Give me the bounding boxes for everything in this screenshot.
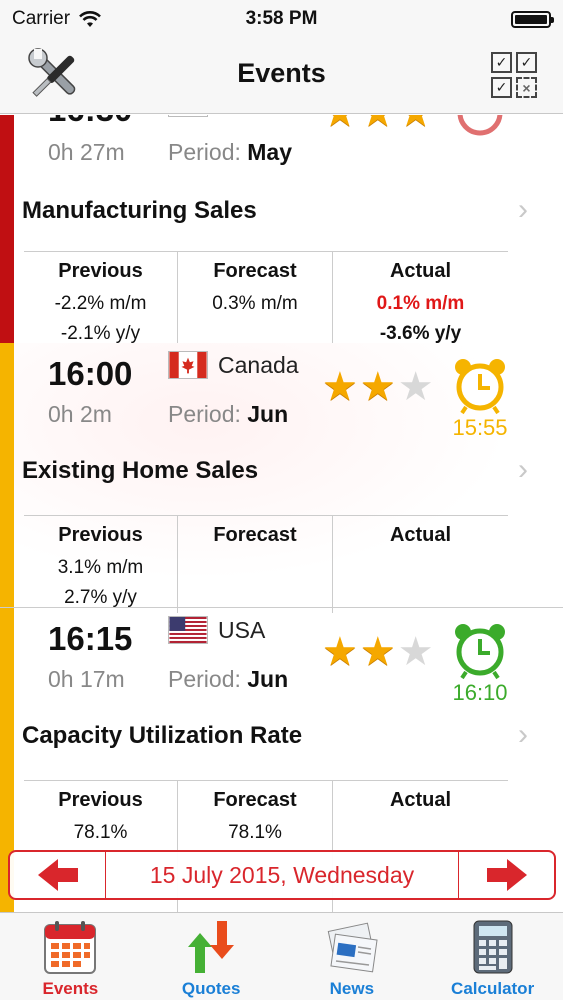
alarm-clock-icon[interactable] <box>450 355 510 415</box>
chevron-right-icon[interactable]: › <box>518 718 528 752</box>
star-icon: ★ <box>322 630 358 674</box>
star-empty-icon: ★ <box>397 365 434 409</box>
actual-header: Actual <box>389 524 452 546</box>
star-icon: ★ <box>322 115 358 133</box>
next-day-button[interactable] <box>458 852 554 898</box>
date-navigator: 15 July 2015, Wednesday <box>8 850 556 900</box>
actual-value: 0.1% m/m <box>376 293 465 314</box>
star-icon: ★ <box>398 115 434 133</box>
event-time: 16:30 <box>48 115 132 129</box>
canada-flag-icon <box>168 351 208 379</box>
importance-strip <box>0 343 14 607</box>
checklist-button[interactable]: ✓ ✓ ✓ × <box>491 52 537 98</box>
status-bar: Carrier 3:58 PM <box>0 0 563 38</box>
forecast-value: 0.3% m/m <box>212 293 298 314</box>
star-icon: ★ <box>359 365 396 409</box>
previous-day-button[interactable] <box>10 852 106 898</box>
tab-label: Events <box>42 979 99 998</box>
checkbox-checked-icon: ✓ <box>516 52 537 73</box>
importance-strip <box>0 115 14 343</box>
tab-calculator[interactable]: Calculator <box>422 913 563 1000</box>
events-list[interactable]: 16:30 0h 27m Period: May ★ ★ ★ Manufactu… <box>0 115 563 912</box>
event-period: Period: May <box>168 139 293 165</box>
alarm-clock-icon[interactable] <box>450 115 510 141</box>
page-title: Events <box>237 58 326 88</box>
event-country: Canada <box>218 352 299 378</box>
newspaper-icon <box>327 922 378 973</box>
arrow-right-icon <box>486 859 527 891</box>
event-countdown: 0h 17m <box>48 666 125 692</box>
event-name: Existing Home Sales <box>22 457 259 484</box>
navigation-bar: Events ✓ ✓ ✓ × <box>0 38 563 114</box>
checkbox-unchecked-icon: × <box>516 77 537 98</box>
checkbox-checked-icon: ✓ <box>491 52 512 73</box>
forecast-header: Forecast <box>213 524 297 546</box>
actual-header: Actual <box>389 260 452 282</box>
battery-icon <box>511 11 554 28</box>
event-countdown: 0h 2m <box>48 401 112 427</box>
tab-label: Quotes <box>181 979 241 998</box>
calendar-icon <box>44 921 97 974</box>
importance-stars: ★ ★ ★ <box>322 115 434 133</box>
current-date[interactable]: 15 July 2015, Wednesday <box>106 852 458 898</box>
event-country: USA <box>218 617 266 643</box>
previous-header: Previous <box>58 524 143 546</box>
event-countdown: 0h 27m <box>48 139 125 165</box>
calculator-icon <box>473 920 513 974</box>
event-period: Period: Jun <box>168 666 289 692</box>
event-period: Period: Jun <box>168 401 289 427</box>
tab-news[interactable]: News <box>282 913 423 1000</box>
forecast-value: 78.1% <box>228 822 282 843</box>
alarm-time: 16:10 <box>452 680 508 705</box>
event-time: 16:15 <box>48 620 133 657</box>
usa-flag-icon <box>168 616 208 644</box>
checkbox-checked-icon: ✓ <box>491 77 512 98</box>
previous-value: 78.1% <box>73 822 128 843</box>
star-icon: ★ <box>360 115 396 133</box>
tab-bar: Events Quotes News Calculator <box>0 912 563 1000</box>
tab-label: Calculator <box>451 979 535 998</box>
event-time: 16:00 <box>48 355 133 392</box>
quotes-arrows-icon <box>188 921 235 973</box>
event-card[interactable]: 16:30 0h 27m Period: May ★ ★ ★ Manufactu… <box>0 115 563 349</box>
actual-header: Actual <box>389 789 452 811</box>
chevron-right-icon[interactable]: › <box>518 453 528 487</box>
tab-quotes[interactable]: Quotes <box>141 913 282 1000</box>
flag-icon <box>168 115 208 117</box>
star-icon: ★ <box>322 365 358 409</box>
previous-value: 3.1% m/m <box>57 557 144 578</box>
alarm-time: 15:55 <box>452 415 508 440</box>
event-card[interactable]: 16:00 0h 2m Canada Period: Jun ★ ★ ★ 15:… <box>0 343 563 613</box>
previous-header: Previous <box>58 260 143 282</box>
chevron-right-icon[interactable]: › <box>518 193 528 227</box>
previous-value: -2.2% m/m <box>54 293 147 314</box>
status-time: 3:58 PM <box>245 8 318 29</box>
star-empty-icon: ★ <box>397 630 434 674</box>
tab-label: News <box>329 979 375 998</box>
forecast-header: Forecast <box>213 789 297 811</box>
values-table: Previous -2.2% m/m -2.1% y/y Forecast 0.… <box>24 251 508 349</box>
importance-stars: ★ ★ ★ <box>322 632 434 672</box>
star-icon: ★ <box>359 630 396 674</box>
importance-stars: ★ ★ ★ <box>322 367 434 407</box>
alarm-clock-icon[interactable] <box>450 620 510 680</box>
event-name: Manufacturing Sales <box>22 197 257 224</box>
values-table: Previous 3.1% m/m 2.7% y/y Forecast Actu… <box>24 515 508 613</box>
arrow-left-icon <box>37 859 78 891</box>
forecast-header: Forecast <box>213 260 297 282</box>
previous-header: Previous <box>58 789 143 811</box>
tab-events[interactable]: Events <box>0 913 141 1000</box>
event-name: Capacity Utilization Rate <box>22 722 303 749</box>
